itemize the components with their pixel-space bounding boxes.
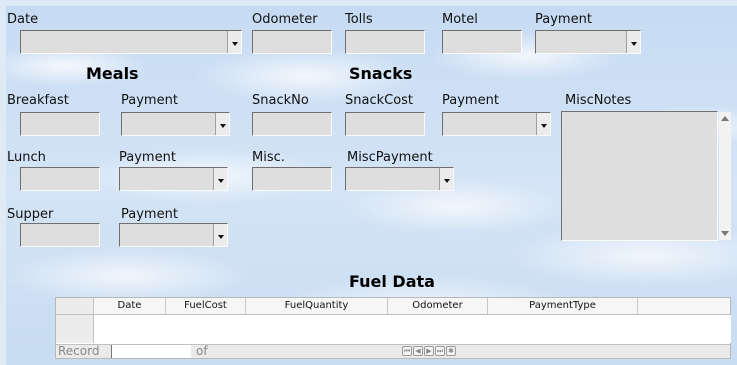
previous-record-icon[interactable]: ◀ — [413, 346, 423, 356]
column-header-date[interactable]: Date — [94, 298, 166, 314]
snacks-heading: Snacks — [349, 64, 413, 83]
breakfast-payment-label: Payment — [121, 93, 178, 108]
miscnotes-textarea[interactable] — [561, 111, 731, 241]
date-combobox[interactable] — [20, 30, 242, 54]
dropdown-button[interactable] — [227, 31, 241, 53]
supper-field[interactable] — [20, 223, 100, 247]
chevron-down-icon — [219, 123, 226, 128]
last-record-icon[interactable]: ⏭ — [435, 346, 445, 356]
scroll-down-icon[interactable] — [721, 231, 729, 236]
record-number-field[interactable] — [111, 345, 191, 358]
misc-label: Misc. — [252, 150, 285, 165]
scroll-up-icon[interactable] — [721, 116, 729, 121]
supper-payment-label: Payment — [121, 207, 178, 222]
table-corner — [56, 298, 94, 314]
column-header-odometer[interactable]: Odometer — [388, 298, 488, 314]
chevron-down-icon — [540, 123, 547, 128]
chevron-down-icon — [217, 234, 224, 239]
odometer-field[interactable] — [252, 30, 332, 54]
odometer-label: Odometer — [252, 12, 318, 27]
snackcost-label: SnackCost — [345, 93, 414, 108]
motel-field[interactable] — [442, 30, 522, 54]
chevron-down-icon — [217, 178, 224, 183]
table-row[interactable] — [94, 315, 731, 343]
misc-field[interactable] — [252, 167, 332, 191]
tolls-label: Tolls — [345, 12, 373, 27]
payment-combobox[interactable] — [535, 30, 641, 54]
dropdown-button[interactable] — [213, 168, 227, 190]
snack-payment-combobox[interactable] — [442, 112, 551, 136]
dropdown-button[interactable] — [215, 113, 229, 135]
record-nav-buttons: ⏮ ◀ ▶ ⏭ ✱ — [402, 346, 456, 357]
chevron-down-icon — [443, 178, 450, 183]
miscpayment-combobox[interactable] — [345, 167, 454, 191]
of-label: of — [196, 344, 208, 358]
snackcost-field[interactable] — [345, 112, 425, 136]
snack-payment-label: Payment — [442, 93, 499, 108]
fuel-data-heading: Fuel Data — [349, 272, 435, 291]
snackno-label: SnackNo — [252, 93, 309, 108]
breakfast-label: Breakfast — [7, 93, 69, 108]
payment-label: Payment — [535, 12, 592, 27]
column-header-fuelquantity[interactable]: FuelQuantity — [246, 298, 388, 314]
row-selector[interactable] — [56, 315, 94, 343]
snackno-field[interactable] — [252, 112, 332, 136]
new-record-icon[interactable]: ✱ — [446, 346, 456, 356]
miscpayment-label: MiscPayment — [347, 150, 433, 165]
breakfast-field[interactable] — [20, 112, 100, 136]
vertical-scrollbar[interactable] — [719, 112, 731, 240]
next-record-icon[interactable]: ▶ — [424, 346, 434, 356]
dropdown-button[interactable] — [439, 168, 453, 190]
lunch-field[interactable] — [20, 167, 100, 191]
dropdown-button[interactable] — [213, 224, 227, 246]
fuel-data-table[interactable]: Date FuelCost FuelQuantity Odometer Paym… — [55, 297, 731, 359]
record-label: Record — [58, 344, 100, 358]
miscnotes-label: MiscNotes — [565, 93, 632, 108]
lunch-payment-label: Payment — [119, 150, 176, 165]
motel-label: Motel — [442, 12, 478, 27]
dropdown-button[interactable] — [536, 113, 550, 135]
column-header-paymenttype[interactable]: PaymentType — [488, 298, 638, 314]
lunch-payment-combobox[interactable] — [119, 167, 228, 191]
record-navigation-bar: Record of ⏮ ◀ ▶ ⏭ ✱ — [56, 344, 730, 358]
tolls-field[interactable] — [345, 30, 425, 54]
table-header-row: Date FuelCost FuelQuantity Odometer Paym… — [56, 298, 730, 315]
supper-label: Supper — [7, 207, 54, 222]
dropdown-button[interactable] — [626, 31, 640, 53]
supper-payment-combobox[interactable] — [119, 223, 228, 247]
chevron-down-icon — [630, 41, 637, 46]
first-record-icon[interactable]: ⏮ — [402, 346, 412, 356]
lunch-label: Lunch — [7, 150, 46, 165]
breakfast-payment-combobox[interactable] — [121, 112, 230, 136]
meals-heading: Meals — [86, 64, 139, 83]
chevron-down-icon — [231, 41, 238, 46]
column-header-fuelcost[interactable]: FuelCost — [166, 298, 246, 314]
trip-expense-form: Date Odometer Tolls Motel Payment Meals … — [6, 6, 737, 365]
date-label: Date — [7, 12, 39, 27]
